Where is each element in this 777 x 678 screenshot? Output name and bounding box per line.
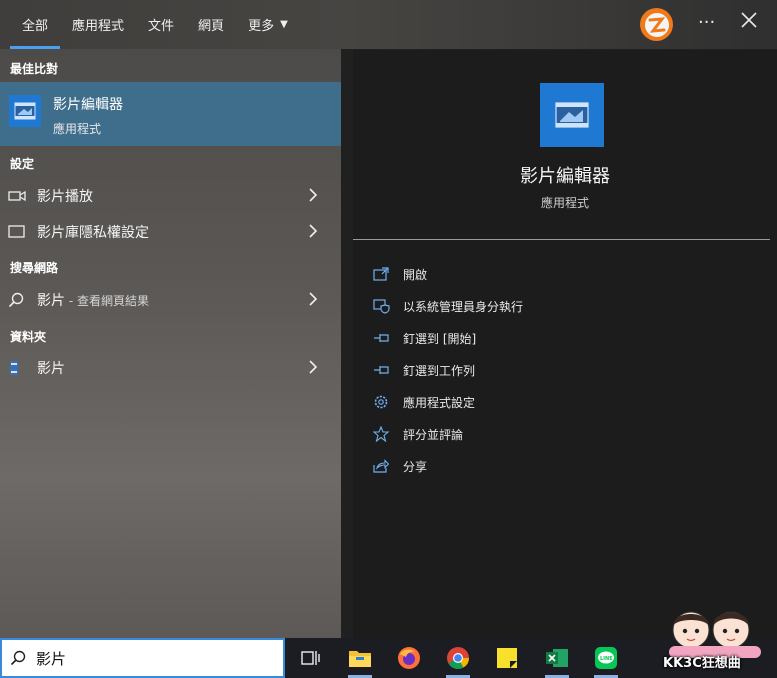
list-item-label: 影片庫隱私權設定 xyxy=(37,225,149,241)
close-icon[interactable] xyxy=(740,11,758,34)
action-open[interactable]: 開啟 xyxy=(373,258,753,290)
tab-all[interactable]: 全部 xyxy=(10,0,61,49)
list-item-label: 影片 - 查看網頁結果 xyxy=(37,293,149,309)
action-run-as-admin[interactable]: 以系統管理員身分執行 xyxy=(373,290,753,322)
list-item-video-playback[interactable]: 影片播放 xyxy=(0,180,341,212)
watermark-text: KK3C狂想曲 xyxy=(663,656,741,671)
chevron-down-icon: ▼ xyxy=(280,19,288,30)
line-icon[interactable]: LINE xyxy=(592,644,620,672)
avatar[interactable] xyxy=(640,8,673,41)
monitor-icon xyxy=(8,224,26,240)
chevron-right-icon xyxy=(308,187,318,206)
best-match-type: 應用程式 xyxy=(53,122,102,136)
chrome-icon[interactable] xyxy=(444,644,472,672)
best-match-name: 影片編輯器 xyxy=(53,97,123,113)
search-header: 全部 應用程式 文件 網頁 更多 ▼ ··· xyxy=(0,0,777,49)
ellipsis-icon[interactable]: ··· xyxy=(698,12,715,33)
detail-app-type: 應用程式 xyxy=(540,196,589,210)
mascot-characters-icon xyxy=(669,611,761,658)
section-folders: 資料夾 xyxy=(10,330,47,344)
excel-icon[interactable] xyxy=(543,644,571,672)
share-icon xyxy=(373,459,395,473)
list-item-video-library-privacy[interactable]: 影片庫隱私權設定 xyxy=(0,216,341,248)
list-item-label: 影片播放 xyxy=(37,189,93,205)
tab-apps[interactable]: 應用程式 xyxy=(60,0,136,49)
tab-web[interactable]: 網頁 xyxy=(186,0,236,49)
pin-icon xyxy=(373,364,395,376)
video-editor-icon xyxy=(540,83,604,147)
star-icon xyxy=(373,426,395,442)
action-share[interactable]: 分享 xyxy=(373,450,753,482)
best-match-item[interactable]: 影片編輯器 應用程式 xyxy=(0,82,341,146)
task-view-icon[interactable] xyxy=(296,644,324,672)
action-app-settings[interactable]: 應用程式設定 xyxy=(373,386,753,418)
search-input[interactable] xyxy=(36,649,266,667)
chevron-right-icon xyxy=(308,359,318,378)
detail-app-name: 影片編輯器 xyxy=(520,166,610,187)
pin-icon xyxy=(373,332,395,344)
avatar-figure-icon xyxy=(644,12,669,37)
detail-panel-content: 影片編輯器 應用程式 開啟 以系統管理員身分執行 釘選到 [開始] 釘選到工作列… xyxy=(353,50,777,638)
list-item-videos-folder[interactable]: 影片 xyxy=(0,352,341,384)
action-rate-review[interactable]: 評分並評論 xyxy=(373,418,753,450)
detail-panel: 影片編輯器 應用程式 開啟 以系統管理員身分執行 釘選到 [開始] 釘選到工作列… xyxy=(341,49,777,638)
filter-tabs: 全部 應用程式 文件 網頁 更多 ▼ xyxy=(10,0,300,49)
video-editor-icon xyxy=(9,95,41,127)
search-icon xyxy=(8,292,26,308)
action-pin-to-taskbar[interactable]: 釘選到工作列 xyxy=(373,354,753,386)
divider xyxy=(353,239,770,240)
section-web-search: 搜尋網路 xyxy=(10,261,59,275)
watermark: KK3C狂想曲 xyxy=(655,596,773,674)
file-explorer-icon[interactable] xyxy=(346,644,374,672)
sticky-notes-icon[interactable] xyxy=(493,644,521,672)
admin-shield-icon xyxy=(373,298,395,314)
tab-more[interactable]: 更多 ▼ xyxy=(236,0,300,49)
search-icon xyxy=(10,650,30,666)
gear-icon xyxy=(373,394,395,410)
list-item-web-result[interactable]: 影片 - 查看網頁結果 xyxy=(0,284,341,316)
search-box[interactable] xyxy=(0,638,285,678)
firefox-icon[interactable] xyxy=(395,644,423,672)
list-item-label: 影片 xyxy=(37,361,65,377)
video-camera-icon xyxy=(8,188,26,204)
video-folder-icon xyxy=(8,360,26,376)
section-settings: 設定 xyxy=(10,157,35,171)
chevron-right-icon xyxy=(308,291,318,310)
action-list: 開啟 以系統管理員身分執行 釘選到 [開始] 釘選到工作列 應用程式設定 評分並… xyxy=(373,258,753,482)
action-pin-to-start[interactable]: 釘選到 [開始] xyxy=(373,322,753,354)
svg-text:LINE: LINE xyxy=(600,656,613,662)
chevron-right-icon xyxy=(308,223,318,242)
open-icon xyxy=(373,267,395,281)
section-best-match: 最佳比對 xyxy=(10,62,59,76)
tab-documents[interactable]: 文件 xyxy=(136,0,186,49)
